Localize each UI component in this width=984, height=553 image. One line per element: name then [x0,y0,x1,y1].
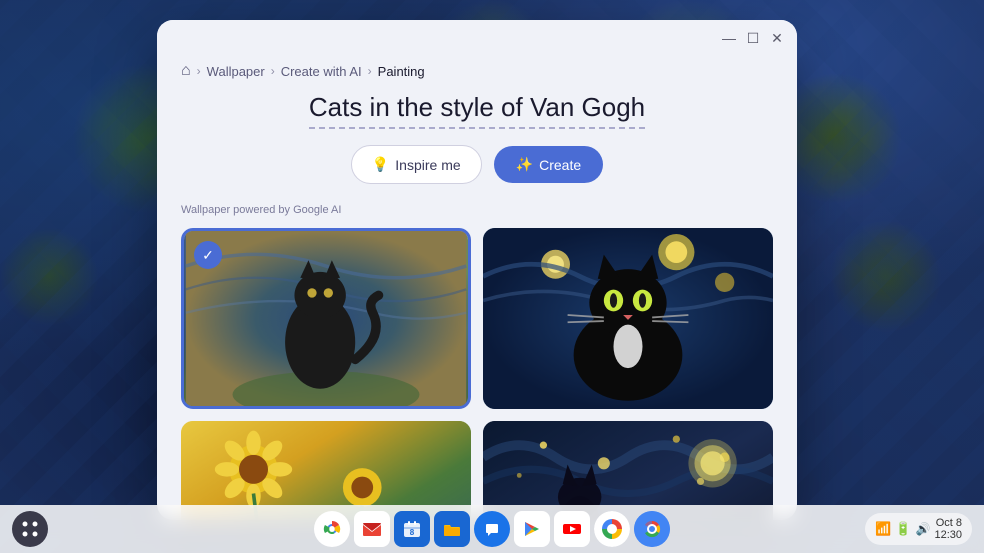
battery-icon: 🔋 [895,521,911,537]
chrome-icon[interactable] [314,511,350,547]
wallpaper-item-1[interactable]: ✓ [181,228,471,409]
breadcrumb: ⌂ › Wallpaper › Create with AI › Paintin… [157,56,797,92]
photos-icon[interactable] [594,511,630,547]
taskbar-center: 8 [314,511,670,547]
chromeos-icon[interactable] [634,511,670,547]
taskbar: 8 [0,505,984,553]
play-store-icon[interactable] [514,511,550,547]
action-buttons: 💡 Inspire me ✨ Create [351,145,603,184]
selected-checkmark: ✓ [194,241,222,269]
minimize-button[interactable]: — [721,30,737,46]
search-area: Cats in the style of Van Gogh 💡 Inspire … [181,92,773,184]
time-display: 12:30 [934,529,962,541]
create-icon: ✨ [516,156,533,173]
inspire-me-button[interactable]: 💡 Inspire me [351,145,482,184]
title-bar: — ☐ ✕ [157,20,797,56]
app-window: — ☐ ✕ ⌂ › Wallpaper › Create with AI › P… [157,20,797,520]
wallpaper-grid: ✓ [181,228,773,520]
files-icon[interactable] [434,511,470,547]
breadcrumb-sep-1: › [197,64,201,78]
system-tray: 📶 🔋 🔊 Oct 8 12:30 [865,513,972,545]
inspire-label: Inspire me [395,157,460,173]
wallpaper-item-2[interactable] [483,228,773,409]
breadcrumb-wallpaper[interactable]: Wallpaper [207,64,265,79]
breadcrumb-create-with-ai[interactable]: Create with AI [281,64,362,79]
status-pill[interactable]: 📶 🔋 🔊 Oct 8 12:30 [865,513,972,545]
gmail-icon[interactable] [354,511,390,547]
taskbar-left [12,511,48,547]
main-content: Cats in the style of Van Gogh 💡 Inspire … [157,92,797,520]
breadcrumb-sep-2: › [271,64,275,78]
maximize-button[interactable]: ☐ [745,30,761,46]
cat-painting-1 [184,231,468,406]
inspire-icon: 💡 [372,156,389,173]
cat-painting-2 [483,228,773,409]
home-icon[interactable]: ⌂ [181,62,191,80]
ai-title-container: Cats in the style of Van Gogh [309,92,645,129]
create-label: Create [539,157,581,173]
create-button[interactable]: ✨ Create [494,146,603,183]
launcher-button[interactable] [12,511,48,547]
date-display: Oct 8 [936,517,962,529]
powered-by-label: Wallpaper powered by Google AI [181,204,773,216]
breadcrumb-sep-3: › [368,64,372,78]
youtube-icon[interactable] [554,511,590,547]
breadcrumb-painting: Painting [378,64,425,79]
ai-prompt-title: Cats in the style of Van Gogh [309,92,645,129]
sound-icon: 🔊 [916,522,931,536]
svg-text:8: 8 [410,528,415,537]
network-icon: 📶 [875,521,891,537]
tasks-icon[interactable]: 8 [394,511,430,547]
chat-icon[interactable] [474,511,510,547]
close-button[interactable]: ✕ [769,30,785,46]
